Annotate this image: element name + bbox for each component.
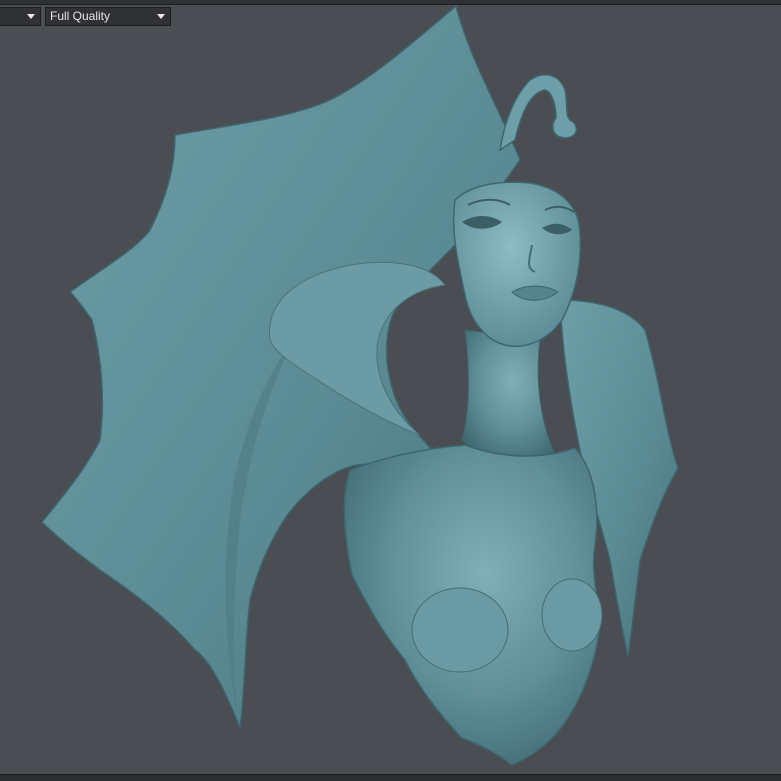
sculpt-model-render[interactable]	[0, 0, 781, 781]
right-breast	[541, 578, 603, 652]
left-breast	[411, 587, 509, 673]
antenna	[498, 74, 577, 152]
neck	[461, 329, 556, 460]
3d-viewport[interactable]: Full Quality	[0, 0, 781, 781]
viewport-bottom-bar	[0, 774, 781, 781]
